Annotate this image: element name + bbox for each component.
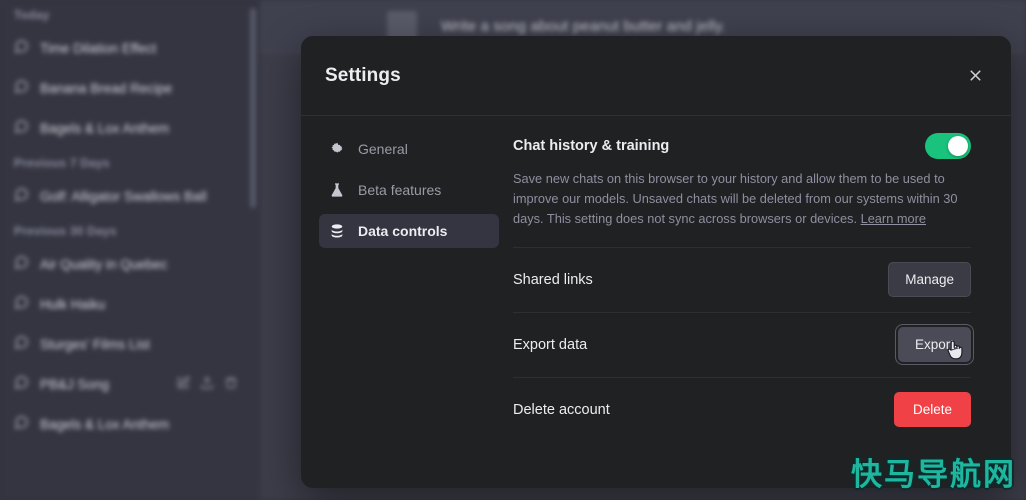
settings-panel: Chat history & training Save new chats o… bbox=[513, 132, 1011, 488]
share-icon[interactable] bbox=[200, 376, 214, 393]
gear-icon bbox=[329, 141, 345, 157]
close-icon[interactable] bbox=[961, 62, 989, 90]
manage-button[interactable]: Manage bbox=[888, 262, 971, 298]
flask-icon bbox=[329, 182, 345, 198]
chat-history-section-header: Chat history & training bbox=[513, 132, 971, 160]
chat-item-title: Hulk Haiku bbox=[40, 296, 106, 312]
export-data-label: Export data bbox=[513, 336, 588, 353]
page-title: Settings bbox=[325, 64, 401, 86]
list-item[interactable]: Time Dilation Effect bbox=[0, 28, 250, 68]
chat-group-label: Today bbox=[14, 8, 50, 22]
dialog-header: Settings bbox=[301, 36, 1011, 116]
database-icon bbox=[329, 223, 345, 239]
chat-sidebar: Today Time Dilation Effect Banana Bread … bbox=[0, 0, 260, 500]
chat-history-list: Today Time Dilation Effect Banana Bread … bbox=[0, 0, 250, 444]
tab-general[interactable]: General bbox=[319, 132, 499, 166]
watermark: 快马导航网 bbox=[851, 457, 1016, 493]
list-item[interactable]: Air Quality in Quebec bbox=[0, 244, 250, 284]
tab-data-controls[interactable]: Data controls bbox=[319, 214, 499, 248]
chat-item-title: PB&J Song bbox=[40, 376, 110, 392]
sidebar-scrollbar[interactable] bbox=[250, 8, 256, 208]
app-root: Today Time Dilation Effect Banana Bread … bbox=[0, 0, 1026, 500]
tab-data-controls-label: Data controls bbox=[358, 223, 448, 239]
list-item[interactable]: Bagels & Lox Anthem bbox=[0, 404, 250, 444]
chat-history-title: Chat history & training bbox=[513, 138, 670, 154]
settings-nav: General Beta features Data controls bbox=[301, 132, 513, 488]
chat-bubble-icon bbox=[14, 375, 29, 393]
chat-bubble-icon bbox=[14, 39, 29, 57]
shared-links-label: Shared links bbox=[513, 271, 593, 288]
chat-group-label: Previous 30 Days bbox=[14, 224, 117, 238]
chat-bubble-icon bbox=[14, 415, 29, 433]
delete-button[interactable]: Delete bbox=[893, 392, 971, 428]
list-item[interactable]: PB&J Song bbox=[0, 364, 250, 404]
list-item[interactable]: Hulk Haiku bbox=[0, 284, 250, 324]
chat-history-description: Save new chats on this browser to your h… bbox=[513, 169, 971, 229]
chat-bubble-icon bbox=[14, 335, 29, 353]
chat-bubble-icon bbox=[14, 295, 29, 313]
list-item[interactable]: Bagels & Lox Anthem bbox=[0, 108, 250, 148]
chat-bubble-icon bbox=[14, 119, 29, 137]
tab-beta-features-label: Beta features bbox=[358, 182, 442, 198]
shared-links-row: Shared links Manage bbox=[513, 248, 971, 312]
chat-item-actions bbox=[176, 376, 238, 393]
toggle-knob bbox=[948, 136, 968, 156]
chat-item-title: Golf: Alligator Swallows Ball bbox=[40, 188, 207, 204]
chat-item-title: Sturges' Films List bbox=[40, 336, 150, 352]
chat-history-toggle[interactable] bbox=[925, 133, 971, 159]
chat-item-title: Time Dilation Effect bbox=[40, 40, 157, 56]
tab-general-label: General bbox=[358, 141, 408, 157]
list-item[interactable]: Sturges' Films List bbox=[0, 324, 250, 364]
delete-account-row: Delete account Delete bbox=[513, 378, 971, 442]
export-button[interactable]: Export bbox=[894, 324, 975, 366]
chat-item-title: Bagels & Lox Anthem bbox=[40, 120, 170, 136]
delete-account-label: Delete account bbox=[513, 401, 610, 418]
learn-more-link[interactable]: Learn more bbox=[861, 211, 926, 226]
tab-beta-features[interactable]: Beta features bbox=[319, 173, 499, 207]
list-item[interactable]: Banana Bread Recipe bbox=[0, 68, 250, 108]
edit-icon[interactable] bbox=[176, 376, 190, 393]
export-data-row: Export data Export bbox=[513, 313, 975, 377]
user-message-text: Write a song about peanut butter and jel… bbox=[441, 17, 726, 35]
chat-item-title: Air Quality in Quebec bbox=[40, 256, 168, 272]
settings-dialog: Settings General Beta features Data cont… bbox=[301, 36, 1011, 488]
chat-item-title: Bagels & Lox Anthem bbox=[40, 416, 170, 432]
chat-group-label: Previous 7 Days bbox=[14, 156, 110, 170]
list-item[interactable]: Golf: Alligator Swallows Ball bbox=[0, 176, 250, 216]
dialog-body: General Beta features Data controls Chat… bbox=[301, 116, 1011, 488]
chat-bubble-icon bbox=[14, 79, 29, 97]
chat-bubble-icon bbox=[14, 187, 29, 205]
chat-item-title: Banana Bread Recipe bbox=[40, 80, 173, 96]
trash-icon[interactable] bbox=[224, 376, 238, 393]
chat-bubble-icon bbox=[14, 255, 29, 273]
